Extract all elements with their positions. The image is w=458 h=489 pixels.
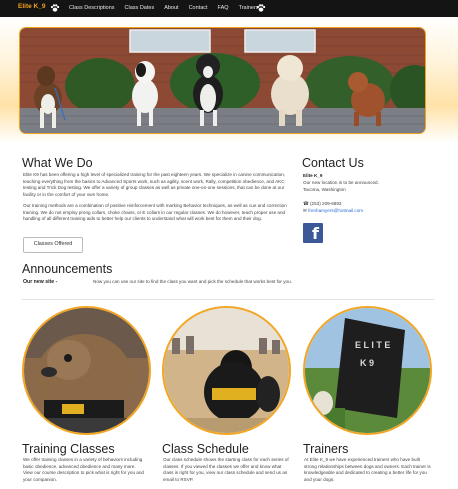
class-schedule-text: Our class schedule shows the starting cl… [163,457,289,482]
contact-email: ✉ frenhamyers@hotmail.com [303,208,363,214]
contact-name: Elite K_9 [303,173,323,178]
trainers-text: At Elite K_9 we have experienced trainer… [304,457,431,482]
navbar: Elite K_9 Class Descriptions Class Dates… [0,0,458,17]
phone-icon: ☎ [303,201,309,206]
what-we-do-paragraph-1: Elite K9 has been offering a high level … [23,172,286,197]
svg-text:E L I T E: E L I T E [355,340,390,350]
divider [22,299,434,300]
contact-location: Our new location is to be announced. [303,180,379,185]
class-schedule-heading: Class Schedule [162,442,249,456]
nav-item-faq[interactable]: FAQ [213,0,234,17]
contact-city: Tacoma, Washington [303,187,346,192]
contact-heading: Contact Us [302,156,364,170]
announcement-text: Now you can use our site to find the cla… [93,279,292,284]
what-we-do-heading: What We Do [22,156,93,170]
paw-icon [256,4,266,12]
nav-links: Class Descriptions Class Dates About Con… [64,0,264,17]
training-classes-text: We offer training classes in a variety o… [23,457,144,482]
training-classes-image [22,306,151,435]
announcements-heading: Announcements [22,262,113,276]
training-classes-heading: Training Classes [22,442,115,456]
hero-image [19,27,426,134]
nav-item-contact[interactable]: Contact [184,0,213,17]
email-icon: ✉ [303,208,307,213]
nav-item-class-dates[interactable]: Class Dates [120,0,160,17]
what-we-do-paragraph-2: Our training methods are a combination o… [23,203,287,222]
brand-logo[interactable]: Elite K_9 [18,3,45,10]
paw-icon [50,4,60,12]
nav-item-class-descriptions[interactable]: Class Descriptions [64,0,120,17]
contact-email-link[interactable]: frenhamyers@hotmail.com [308,208,363,213]
facebook-icon[interactable]: f [303,223,323,243]
trainers-image: E L I T E K 9 [303,306,432,435]
contact-phone: ☎ (253) 209-6893 [303,201,341,207]
classes-offered-button[interactable]: Classes Offered [23,237,83,253]
svg-text:K 9: K 9 [360,358,374,368]
trainers-heading: Trainers [303,442,349,456]
class-schedule-image [162,306,291,435]
announcement-label: Our new site - [23,279,58,285]
nav-item-about[interactable]: About [159,0,183,17]
contact-phone-number[interactable]: (253) 209-6893 [310,201,341,206]
